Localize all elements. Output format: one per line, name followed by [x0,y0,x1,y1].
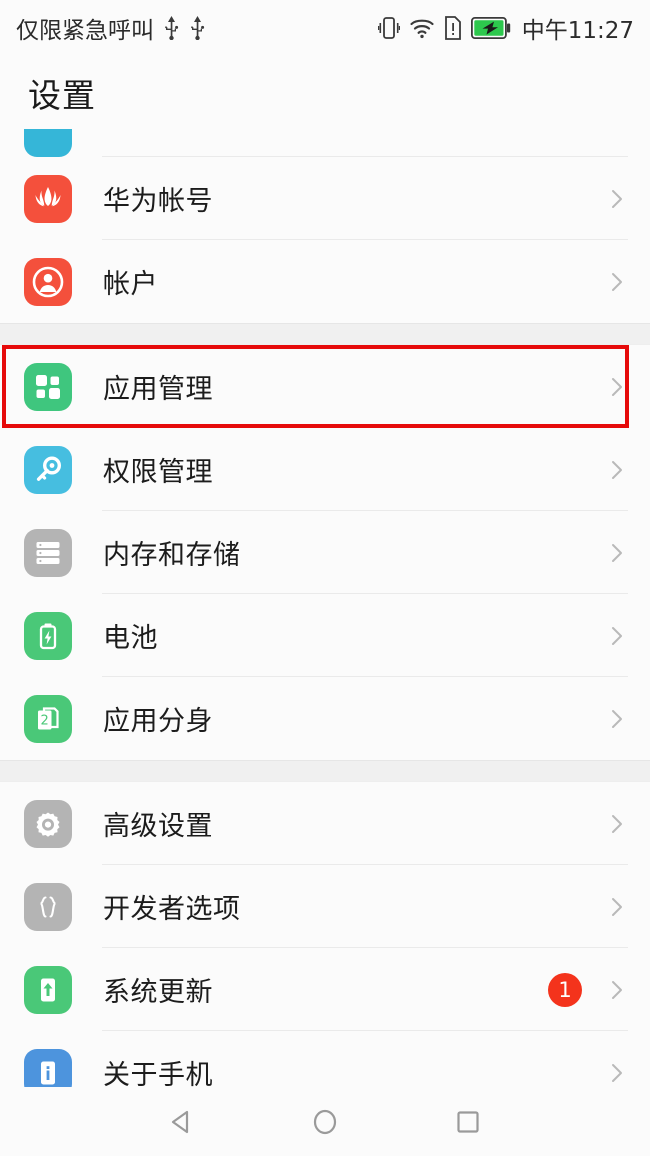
huawei-flower-icon [24,174,72,223]
list-item-app-management[interactable]: 应用管理 [0,345,650,428]
storage-icon [24,528,72,577]
back-triangle-icon[interactable] [162,1102,202,1142]
list-item-label: 开发者选项 [103,894,241,925]
chevron-right-icon [612,897,622,916]
list-item-label: 应用分身 [103,706,213,737]
list-item-permission-management[interactable]: 权限管理 [0,428,650,511]
battery-icon [24,611,72,660]
account-person-icon [24,257,72,306]
gear-icon [24,799,72,848]
status-badge: 1 [548,972,582,1007]
chevron-right-icon [612,543,622,562]
list-item-developer-options[interactable]: 开发者选项 [0,865,650,948]
list-item-label: 系统更新 [103,977,213,1008]
clock-label: 中午11:27 [521,18,634,44]
page-title-bar: 设置 [0,56,650,129]
cyan-partial-icon [24,129,72,157]
chevron-right-icon [612,272,622,291]
key-icon [24,445,72,494]
sim-alert-icon [444,16,462,40]
battery-charging-icon [470,17,511,39]
recents-square-icon[interactable] [448,1102,488,1142]
home-circle-icon[interactable] [305,1102,345,1142]
chevron-right-icon [612,460,622,479]
app-grid-icon [24,362,72,411]
phone-screen: 仅限紧急呼叫 中午11:27 设置 华为帐号 帐户 应用管理 权限管理 内存和存… [0,0,650,1156]
list-item-label: 应用管理 [103,374,213,405]
list-item-memory-storage[interactable]: 内存和存储 [0,511,650,594]
page-title: 设置 [28,75,96,115]
list-item-label: 高级设置 [103,811,213,842]
accounts-group: 华为帐号 帐户 [0,129,650,323]
chevron-right-icon [612,189,622,208]
app-twin-icon: 2 [24,694,72,743]
list-item-battery[interactable]: 电池 [0,594,650,677]
list-item-label: 华为帐号 [103,186,213,217]
section-divider [0,760,650,782]
list-item-label: 内存和存储 [103,540,241,571]
chevron-right-icon [612,980,622,999]
usb-icon [189,16,206,40]
apps-group: 应用管理 权限管理 内存和存储 电池 2 应用分身 [0,345,650,760]
section-divider [0,323,650,345]
list-item-system-update[interactable]: 系统更新 1 [0,948,650,1031]
list-item-partial[interactable] [0,129,650,157]
list-item-label: 电池 [103,623,158,654]
list-item-account[interactable]: 帐户 [0,240,650,323]
navigation-bar [0,1087,650,1156]
usb-icon [163,16,180,40]
chevron-right-icon [612,626,622,645]
list-item-label: 权限管理 [103,457,213,488]
system-update-icon [24,965,72,1014]
carrier-label: 仅限紧急呼叫 [16,18,154,44]
list-item-huawei-account[interactable]: 华为帐号 [0,157,650,240]
chevron-right-icon [612,709,622,728]
vibrate-icon [377,16,400,40]
status-bar-left: 仅限紧急呼叫 [16,11,206,45]
list-item-app-twin[interactable]: 2 应用分身 [0,677,650,760]
braces-icon [24,882,72,931]
status-bar-right: 中午11:27 [377,11,634,45]
list-item-advanced-settings[interactable]: 高级设置 [0,782,650,865]
chevron-right-icon [612,1063,622,1082]
chevron-right-icon [612,814,622,833]
list-item-label: 帐户 [103,269,158,300]
wifi-icon [409,17,435,39]
chevron-right-icon [612,377,622,396]
svg-text:2: 2 [40,713,48,728]
system-group: 高级设置 开发者选项 系统更新 1 关于手机 [0,782,650,1114]
status-bar: 仅限紧急呼叫 中午11:27 [0,0,650,56]
settings-list: 华为帐号 帐户 应用管理 权限管理 内存和存储 电池 2 应用分身 高级设置 开… [0,129,650,1114]
